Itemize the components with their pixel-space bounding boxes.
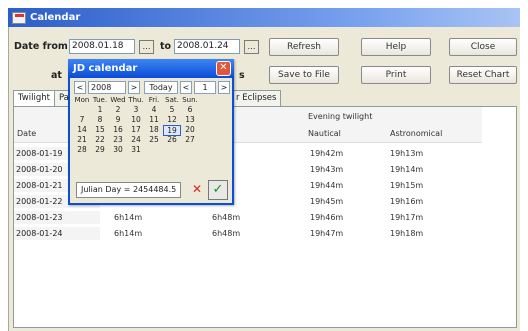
row-nautical: 19h43m	[310, 165, 344, 174]
day-cell[interactable]: 1	[91, 105, 109, 114]
year-field[interactable]: 2008	[88, 81, 126, 94]
row-astronomical: 19h16m	[390, 197, 424, 206]
at-label: at	[51, 70, 62, 81]
table-row[interactable]: 2008-01-23 6h14m 6h48m 19h46m 19h17m	[14, 211, 482, 225]
day-cell[interactable]	[181, 145, 199, 154]
day-cell[interactable]: 28	[73, 145, 91, 154]
nautical-column-header: Nautical	[308, 129, 341, 138]
date-from-label: Date from	[14, 41, 68, 52]
row-nautical: 19h46m	[310, 213, 344, 222]
weekday-label: Sun.	[182, 96, 198, 104]
refresh-button[interactable]: Refresh	[269, 38, 339, 56]
row-astronomical: 19h15m	[390, 181, 424, 190]
month-prev-button[interactable]: <	[180, 81, 192, 94]
day-cell[interactable]: 25	[145, 135, 163, 144]
calendar-app-icon	[12, 11, 26, 24]
day-cell[interactable]: 24	[127, 135, 145, 144]
row-col1: 6h14m	[114, 229, 143, 238]
row-astronomical: 19h14m	[390, 165, 424, 174]
day-cell[interactable]: 4	[145, 105, 163, 114]
day-cell[interactable]: 26	[163, 135, 181, 144]
date-column-header: Date	[17, 129, 37, 138]
day-cell[interactable]	[163, 145, 181, 154]
date-from-calendar-button[interactable]: …	[139, 40, 154, 54]
tab-strip: Twilight Par	[13, 90, 78, 107]
weekday-label: Thu.	[128, 96, 144, 104]
calendar-week: 1 2 3 4 5 6	[73, 105, 199, 114]
astronomical-column-header: Astronomical	[390, 129, 443, 138]
save-to-file-button[interactable]: Save to File	[269, 66, 339, 84]
day-cell[interactable]: 30	[109, 145, 127, 154]
to-label: to	[160, 41, 172, 52]
date-to-calendar-button[interactable]: …	[244, 40, 259, 54]
calendar-week: 7 8 9 10 11 12 13	[73, 115, 199, 124]
day-cell[interactable]: 10	[127, 115, 145, 124]
reset-chart-button[interactable]: Reset Chart	[449, 66, 517, 84]
day-cell[interactable]: 13	[181, 115, 199, 124]
row-date: 2008-01-23	[14, 211, 100, 224]
window-title: Calendar	[30, 12, 81, 23]
day-cell[interactable]: 29	[91, 145, 109, 154]
close-button[interactable]: Close	[449, 38, 517, 56]
day-cell[interactable]: 31	[127, 145, 145, 154]
date-from-field[interactable]: 2008.01.18	[69, 39, 135, 54]
row-nautical: 19h47m	[310, 229, 344, 238]
help-button[interactable]: Help	[361, 38, 431, 56]
day-cell[interactable]: 8	[91, 115, 109, 124]
jd-calendar-popup: JD calendar ✕ < 2008 > Today < 1 > Mon T…	[68, 59, 234, 205]
weekday-header: Mon Tue. Wed Thu. Fri. Sat. Sun.	[73, 96, 199, 104]
weekday-label: Tue.	[92, 96, 108, 104]
day-cell[interactable]: 3	[127, 105, 145, 114]
calendar-week: 28 29 30 31	[73, 145, 199, 154]
day-cell[interactable]: 23	[109, 135, 127, 144]
day-cell[interactable]: 5	[163, 105, 181, 114]
close-icon[interactable]: ✕	[216, 61, 231, 76]
tab-eclipses[interactable]: r Eclipses	[231, 90, 282, 106]
row-nautical: 19h44m	[310, 181, 344, 190]
table-row[interactable]: 2008-01-24 6h14m 6h48m 19h47m 19h18m	[14, 227, 482, 241]
row-nautical: 19h45m	[310, 197, 344, 206]
weekday-label: Sat.	[165, 96, 179, 104]
today-button[interactable]: Today	[144, 81, 178, 94]
day-cell[interactable]: 7	[73, 115, 91, 124]
day-cell[interactable]: 27	[181, 135, 199, 144]
evening-twilight-header: Evening twilight	[308, 112, 373, 121]
s-label: s	[239, 70, 245, 81]
day-cell[interactable]: 6	[181, 105, 199, 114]
calendar-week: 21 22 23 24 25 26 27	[73, 135, 199, 144]
cancel-x-icon[interactable]: ✕	[190, 182, 204, 198]
row-col1: 6h14m	[114, 213, 143, 222]
row-astronomical: 19h18m	[390, 229, 424, 238]
jd-calendar-title: JD calendar	[73, 63, 138, 74]
day-cell[interactable]: 11	[145, 115, 163, 124]
month-next-button[interactable]: >	[218, 81, 230, 94]
day-cell[interactable]: 9	[109, 115, 127, 124]
day-cell[interactable]	[145, 145, 163, 154]
row-date: 2008-01-24	[14, 227, 100, 240]
weekday-label: Fri.	[148, 96, 160, 104]
day-cell[interactable]	[73, 105, 91, 114]
jd-calendar-titlebar: JD calendar ✕	[68, 59, 234, 78]
day-cell[interactable]: 2	[109, 105, 127, 114]
date-to-field[interactable]: 2008.01.24	[174, 39, 240, 54]
weekday-label: Mon	[74, 96, 90, 104]
row-astronomical: 19h13m	[390, 149, 424, 158]
day-cell[interactable]: 21	[73, 135, 91, 144]
row-col2: 6h48m	[212, 229, 241, 238]
month-field[interactable]: 1	[194, 81, 216, 94]
weekday-label: Wed	[110, 96, 126, 104]
row-astronomical: 19h17m	[390, 213, 424, 222]
tab-twilight[interactable]: Twilight	[13, 90, 55, 107]
print-button[interactable]: Print	[361, 66, 431, 84]
day-cell[interactable]: 12	[163, 115, 181, 124]
julian-day-field: Julian Day = 2454484.5	[76, 182, 182, 198]
ok-checkmark-icon[interactable]: ✓	[208, 180, 228, 200]
year-next-button[interactable]: >	[128, 81, 140, 94]
row-nautical: 19h42m	[310, 149, 344, 158]
year-prev-button[interactable]: <	[74, 81, 86, 94]
row-col2: 6h48m	[212, 213, 241, 222]
window-titlebar: Calendar	[8, 8, 520, 27]
day-cell[interactable]: 22	[91, 135, 109, 144]
